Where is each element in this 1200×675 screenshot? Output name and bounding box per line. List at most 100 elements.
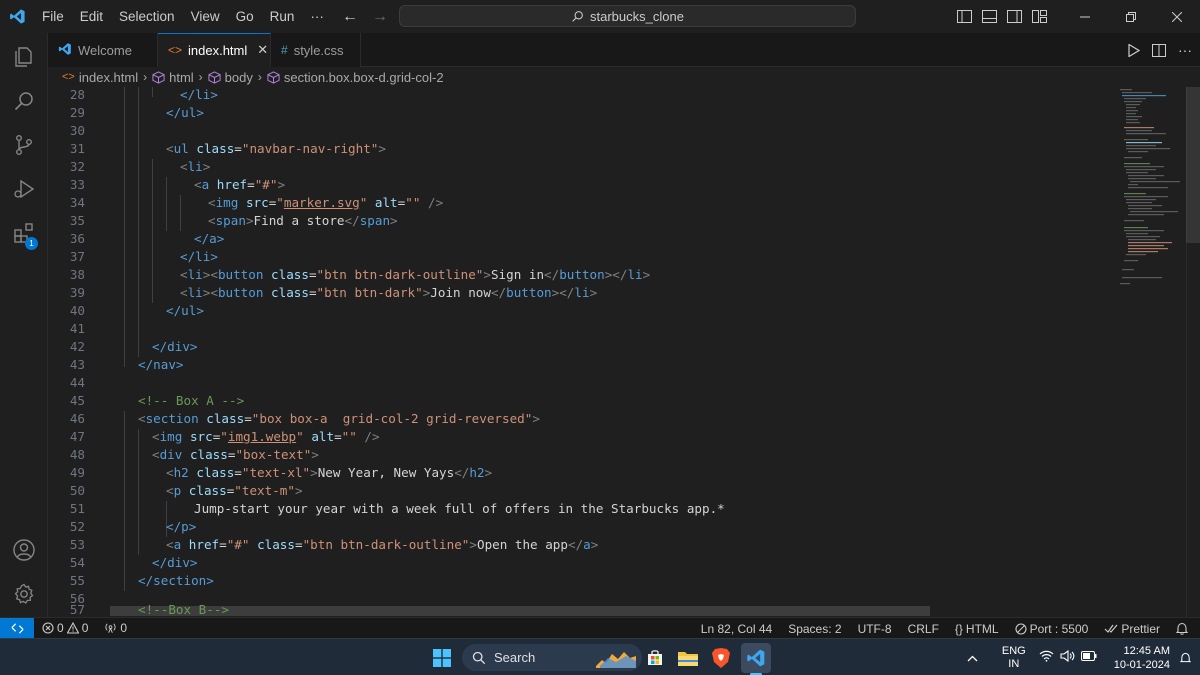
line-number: 46 bbox=[69, 411, 85, 426]
line-number: 41 bbox=[69, 321, 85, 336]
vertical-scrollbar[interactable] bbox=[1186, 87, 1200, 617]
code-token: span bbox=[215, 213, 246, 228]
search-highlight-image-icon bbox=[596, 651, 636, 668]
vscode-logo-icon bbox=[0, 0, 34, 33]
breadcrumb-section[interactable]: section.box.box-d.grid-col-2 bbox=[267, 70, 444, 85]
problems-indicator[interactable]: 0 0 bbox=[34, 618, 96, 639]
html-icon: <> bbox=[168, 43, 183, 57]
code-editor[interactable]: 28 </li> 29 </ul> 30 31 <ul class="navbar-n… bbox=[48, 87, 1200, 617]
volume-icon[interactable] bbox=[1057, 649, 1078, 665]
chevron-right-icon: › bbox=[143, 70, 148, 84]
code-link[interactable]: marker.svg bbox=[284, 195, 360, 210]
code-line: 42 </div> bbox=[48, 338, 1108, 356]
command-center-search[interactable]: starbucks_clone bbox=[399, 5, 856, 27]
close-window-icon[interactable] bbox=[1154, 0, 1200, 33]
encoding[interactable]: UTF-8 bbox=[850, 618, 900, 639]
source-control-icon[interactable] bbox=[0, 123, 48, 167]
language-code: ENG bbox=[1001, 644, 1026, 657]
indentation[interactable]: Spaces: 2 bbox=[780, 618, 849, 639]
line-number: 30 bbox=[69, 123, 85, 138]
breadcrumb-label: index.html bbox=[78, 69, 139, 85]
run-debug-icon[interactable] bbox=[0, 167, 48, 211]
run-icon[interactable] bbox=[1128, 43, 1140, 57]
code-token: "text-xl" bbox=[241, 465, 311, 480]
code-line: 55 </section> bbox=[48, 572, 1108, 590]
code-token: "text-m" bbox=[234, 483, 295, 498]
element-cube-icon bbox=[267, 70, 280, 84]
status-bar: 0 0 0 Ln 82, Col 44 Spaces: 2 UTF-8 CRLF… bbox=[0, 617, 1200, 639]
code-token: class bbox=[188, 483, 227, 498]
live-server[interactable]: Port : 5500 bbox=[1007, 618, 1097, 639]
toggle-primary-sidebar-icon[interactable] bbox=[952, 0, 977, 33]
search-icon[interactable] bbox=[0, 79, 48, 123]
line-number: 29 bbox=[69, 105, 85, 120]
minimap[interactable] bbox=[1118, 87, 1186, 297]
notifications-bell-icon[interactable] bbox=[1168, 618, 1196, 639]
brave-browser-icon[interactable] bbox=[706, 643, 736, 673]
battery-icon[interactable] bbox=[1078, 651, 1100, 664]
chevron-right-icon: › bbox=[257, 70, 262, 84]
tab-welcome[interactable]: Welcome bbox=[48, 33, 158, 67]
vscode-icon bbox=[58, 42, 72, 59]
menu-edit[interactable]: Edit bbox=[72, 0, 111, 33]
error-icon bbox=[42, 622, 54, 634]
breadcrumb-body[interactable]: body bbox=[208, 70, 253, 85]
minimize-icon[interactable] bbox=[1062, 0, 1108, 33]
extensions-icon[interactable]: 1 bbox=[0, 211, 48, 255]
close-tab-icon[interactable]: ✕ bbox=[257, 42, 268, 58]
toggle-secondary-sidebar-icon[interactable] bbox=[1002, 0, 1027, 33]
line-number: 48 bbox=[69, 447, 85, 462]
code-token: "btn btn-dark-outline" bbox=[302, 537, 470, 552]
code-token: li bbox=[187, 159, 203, 174]
chevron-up-icon[interactable] bbox=[953, 651, 992, 665]
cursor-position[interactable]: Ln 82, Col 44 bbox=[693, 618, 780, 639]
code-line: 50 <p class="text-m"> bbox=[48, 482, 1108, 500]
tab-index-html[interactable]: <> index.html ✕ bbox=[158, 33, 271, 67]
code-link[interactable]: img1.webp bbox=[228, 429, 296, 444]
breadcrumb-file[interactable]: <> index.html bbox=[62, 70, 138, 85]
more-actions-icon[interactable]: ··· bbox=[1178, 42, 1192, 58]
file-explorer-icon[interactable] bbox=[673, 643, 703, 673]
remote-indicator-icon[interactable] bbox=[0, 617, 34, 639]
menu-run[interactable]: Run bbox=[262, 0, 303, 33]
prettier[interactable]: Prettier bbox=[1096, 618, 1168, 639]
line-ending[interactable]: CRLF bbox=[900, 618, 947, 639]
menu-file[interactable]: File bbox=[34, 0, 72, 33]
code-token: class bbox=[196, 465, 235, 480]
chevron-right-icon: › bbox=[198, 70, 203, 84]
vscode-taskbar-icon[interactable] bbox=[741, 643, 771, 673]
customize-layout-icon[interactable] bbox=[1027, 0, 1052, 33]
toggle-panel-icon[interactable] bbox=[977, 0, 1002, 33]
title-bar: File Edit Selection View Go Run ··· ← → … bbox=[0, 0, 1200, 33]
code-token: "#" bbox=[226, 537, 250, 552]
line-number: 37 bbox=[69, 249, 85, 264]
code-line: 47 <img src="img1.webp" alt="" /> bbox=[48, 428, 1108, 446]
microsoft-store-icon[interactable] bbox=[640, 643, 670, 673]
split-editor-icon[interactable] bbox=[1152, 43, 1166, 57]
menu-selection[interactable]: Selection bbox=[111, 0, 183, 33]
code-token: class bbox=[257, 537, 295, 552]
search-label: Search bbox=[494, 650, 536, 665]
scrollbar-thumb[interactable] bbox=[1186, 87, 1200, 243]
forward-arrow-icon[interactable]: → bbox=[372, 8, 388, 26]
explorer-icon[interactable] bbox=[0, 35, 48, 79]
wifi-icon[interactable] bbox=[1036, 650, 1057, 665]
menu-go[interactable]: Go bbox=[228, 0, 262, 33]
language-indicator[interactable]: ENG IN bbox=[992, 645, 1036, 671]
taskbar-search[interactable]: Search bbox=[462, 644, 642, 671]
menu-view[interactable]: View bbox=[183, 0, 228, 33]
breadcrumb-html[interactable]: html bbox=[152, 70, 194, 85]
menu-more[interactable]: ··· bbox=[302, 0, 332, 33]
restore-icon[interactable] bbox=[1108, 0, 1154, 33]
tab-style-css[interactable]: # style.css bbox=[271, 33, 361, 67]
clock-date: 10-01-2024 bbox=[1113, 658, 1170, 671]
notification-bell-icon[interactable] bbox=[1180, 652, 1191, 664]
ports-indicator[interactable]: 0 bbox=[96, 618, 135, 639]
code-token: ul bbox=[173, 141, 189, 156]
language-mode[interactable]: {} HTML bbox=[947, 618, 1007, 639]
code-token: class bbox=[196, 141, 235, 156]
back-arrow-icon[interactable]: ← bbox=[342, 8, 358, 26]
windows-start-icon[interactable] bbox=[427, 643, 457, 673]
settings-gear-icon[interactable] bbox=[0, 572, 48, 616]
accounts-icon[interactable] bbox=[0, 528, 48, 572]
